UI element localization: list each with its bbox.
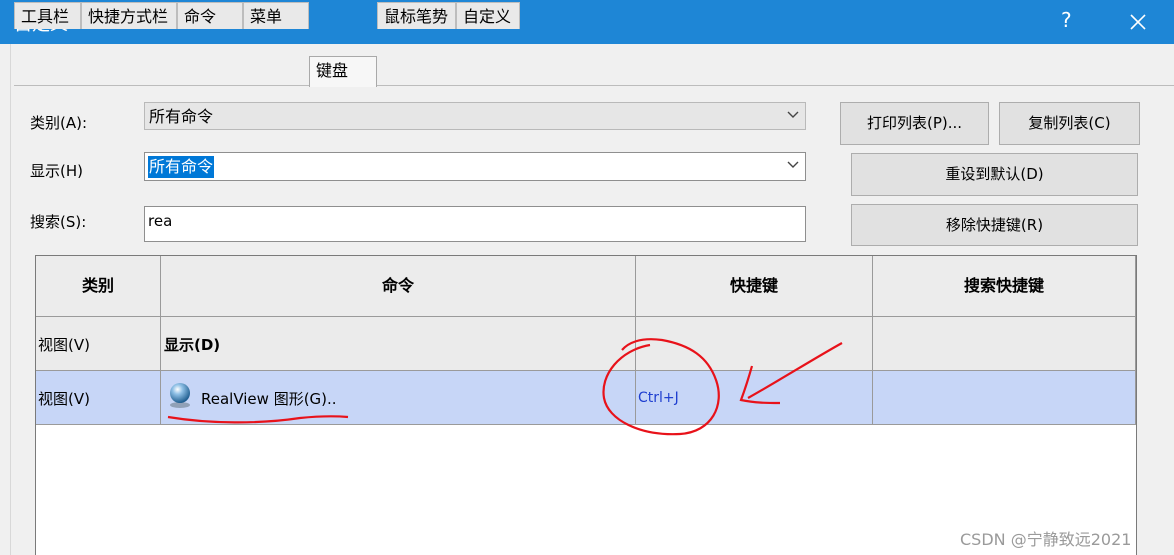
- cell-text: RealView 图形(G)..: [201, 390, 337, 408]
- shortcut-text: Ctrl+J: [638, 390, 679, 406]
- tab-divider: [14, 85, 1174, 86]
- watermark-text: CSDN @宁静致远2021: [960, 530, 1132, 549]
- category-label: 类别(A):: [30, 114, 88, 132]
- show-label: 显示(H): [30, 162, 83, 180]
- cell-text: 视图(V): [38, 336, 90, 354]
- tab-shortcut-bars[interactable]: 快捷方式栏: [81, 2, 177, 29]
- copy-list-button[interactable]: 复制列表(C): [999, 102, 1140, 145]
- table-row-1-shortcut[interactable]: [636, 317, 873, 371]
- show-value: 所有命令: [148, 156, 215, 178]
- table-row-2-command[interactable]: RealView 图形(G)..: [161, 371, 636, 425]
- blue-sphere-icon: [170, 383, 190, 408]
- close-icon: [1130, 14, 1146, 30]
- shortcut-table: 类别 命令 快捷键 搜索快捷键 视图(V) 显示(D) 视图(V) RealVi…: [35, 255, 1137, 555]
- column-header-category[interactable]: 类别: [36, 256, 161, 317]
- help-button[interactable]: ?: [1061, 8, 1072, 32]
- table-row-1-command[interactable]: 显示(D): [161, 317, 636, 371]
- category-value: 所有命令: [149, 107, 214, 126]
- show-dropdown[interactable]: 所有命令: [144, 152, 806, 181]
- tab-keyboard[interactable]: 键盘: [309, 56, 377, 87]
- table-row-1-category[interactable]: 视图(V): [36, 317, 161, 371]
- category-dropdown[interactable]: 所有命令: [144, 102, 806, 130]
- window-left-edge: [0, 44, 11, 555]
- tab-mouse-gestures[interactable]: 鼠标笔势: [377, 2, 456, 29]
- table-row-2-category[interactable]: 视图(V): [36, 371, 161, 425]
- reset-default-button[interactable]: 重设到默认(D): [851, 153, 1138, 196]
- table-row-2-shortcut[interactable]: Ctrl+J: [636, 371, 873, 425]
- search-input[interactable]: [148, 212, 748, 230]
- remove-shortcut-button[interactable]: 移除快捷键(R): [851, 204, 1138, 246]
- close-button[interactable]: [1126, 7, 1150, 35]
- column-header-search-shortcut[interactable]: 搜索快捷键: [873, 256, 1136, 317]
- tab-toolbars[interactable]: 工具栏: [14, 2, 81, 29]
- print-list-button[interactable]: 打印列表(P)...: [840, 102, 989, 145]
- table-row-1-search-shortcut[interactable]: [873, 317, 1136, 371]
- search-field[interactable]: [144, 206, 806, 242]
- chevron-down-icon: [787, 111, 799, 118]
- cell-text: 视图(V): [38, 390, 90, 408]
- chevron-down-icon: [787, 161, 799, 168]
- cell-text: 显示(D): [164, 336, 221, 354]
- search-label: 搜索(S):: [30, 213, 87, 231]
- table-row-2-search-shortcut[interactable]: [873, 371, 1136, 425]
- column-header-shortcut[interactable]: 快捷键: [636, 256, 873, 317]
- tab-menus[interactable]: 菜单: [243, 2, 309, 29]
- tab-commands[interactable]: 命令: [177, 2, 243, 29]
- tab-customize[interactable]: 自定义: [456, 2, 520, 29]
- column-header-command[interactable]: 命令: [161, 256, 636, 317]
